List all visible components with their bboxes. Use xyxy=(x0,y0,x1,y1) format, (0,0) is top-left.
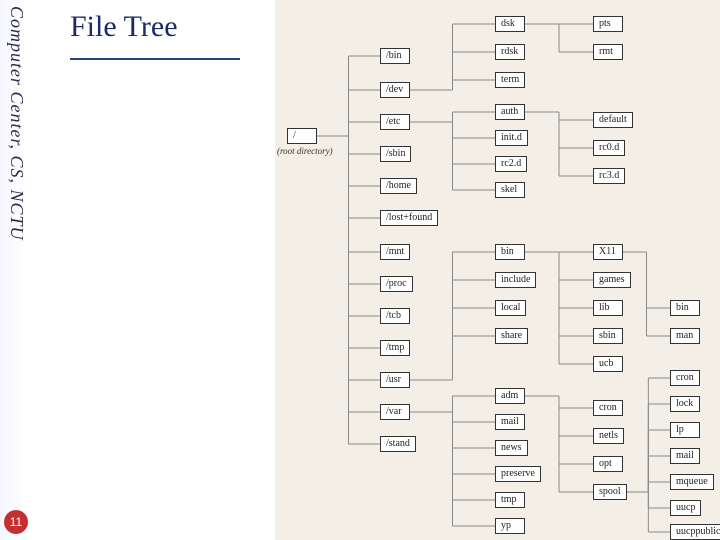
file-tree-diagram: / (root directory) /bin /dev /etc /sbin … xyxy=(275,0,720,540)
node-x11: X11 xyxy=(593,244,623,260)
node-var-mail: mail xyxy=(495,414,525,430)
node-uucppublic: uucppublic xyxy=(670,524,720,540)
node-adm: adm xyxy=(495,388,525,404)
node-share: share xyxy=(495,328,528,344)
node-local: local xyxy=(495,300,526,316)
node-lp: lp xyxy=(670,422,700,438)
page-title: File Tree xyxy=(70,10,178,44)
node-dev: /dev xyxy=(380,82,410,98)
node-etc: /etc xyxy=(380,114,410,130)
node-sbin: /sbin xyxy=(380,146,411,162)
node-rmt: rmt xyxy=(593,44,623,60)
node-games: games xyxy=(593,272,631,288)
node-proc: /proc xyxy=(380,276,413,292)
node-yp: yp xyxy=(495,518,525,534)
node-default: default xyxy=(593,112,633,128)
node-ucb: ucb xyxy=(593,356,623,372)
node-home: /home xyxy=(380,178,417,194)
node-rc0d: rc0.d xyxy=(593,140,625,156)
node-auth: auth xyxy=(495,104,525,120)
node-x11-man: man xyxy=(670,328,700,344)
side-org-text: Computer Center, CS, NCTU xyxy=(6,6,27,241)
node-news: news xyxy=(495,440,528,456)
node-root: / xyxy=(287,128,317,144)
node-preserve: preserve xyxy=(495,466,541,482)
node-usr-sbin: sbin xyxy=(593,328,623,344)
node-rdsk: rdsk xyxy=(495,44,525,60)
node-rc2d: rc2.d xyxy=(495,156,527,172)
node-mqueue: mqueue xyxy=(670,474,714,490)
node-spool-cron: cron xyxy=(670,370,700,386)
node-lock: lock xyxy=(670,396,700,412)
node-var: /var xyxy=(380,404,410,420)
node-spool-mail: mail xyxy=(670,448,700,464)
node-var-tmp: tmp xyxy=(495,492,525,508)
node-include: include xyxy=(495,272,536,288)
node-x11-bin: bin xyxy=(670,300,700,316)
node-initd: init.d xyxy=(495,130,528,146)
node-lib: lib xyxy=(593,300,623,316)
node-uucp: uucp xyxy=(670,500,701,516)
node-rc3d: rc3.d xyxy=(593,168,625,184)
node-tmp: /tmp xyxy=(380,340,410,356)
node-netls: netls xyxy=(593,428,624,444)
node-mnt: /mnt xyxy=(380,244,410,260)
root-caption: (root directory) xyxy=(277,146,333,156)
node-opt: opt xyxy=(593,456,623,472)
node-spool: spool xyxy=(593,484,627,500)
node-pts: pts xyxy=(593,16,623,32)
page-number-badge: 11 xyxy=(4,510,28,534)
node-var-cron: cron xyxy=(593,400,623,416)
node-stand: /stand xyxy=(380,436,416,452)
node-skel: skel xyxy=(495,182,525,198)
node-usr: /usr xyxy=(380,372,410,388)
node-usr-bin: bin xyxy=(495,244,525,260)
node-term: term xyxy=(495,72,525,88)
node-lostfound: /lost+found xyxy=(380,210,438,226)
title-underline xyxy=(70,58,240,60)
node-bin: /bin xyxy=(380,48,410,64)
node-dsk: dsk xyxy=(495,16,525,32)
node-tcb: /tcb xyxy=(380,308,410,324)
